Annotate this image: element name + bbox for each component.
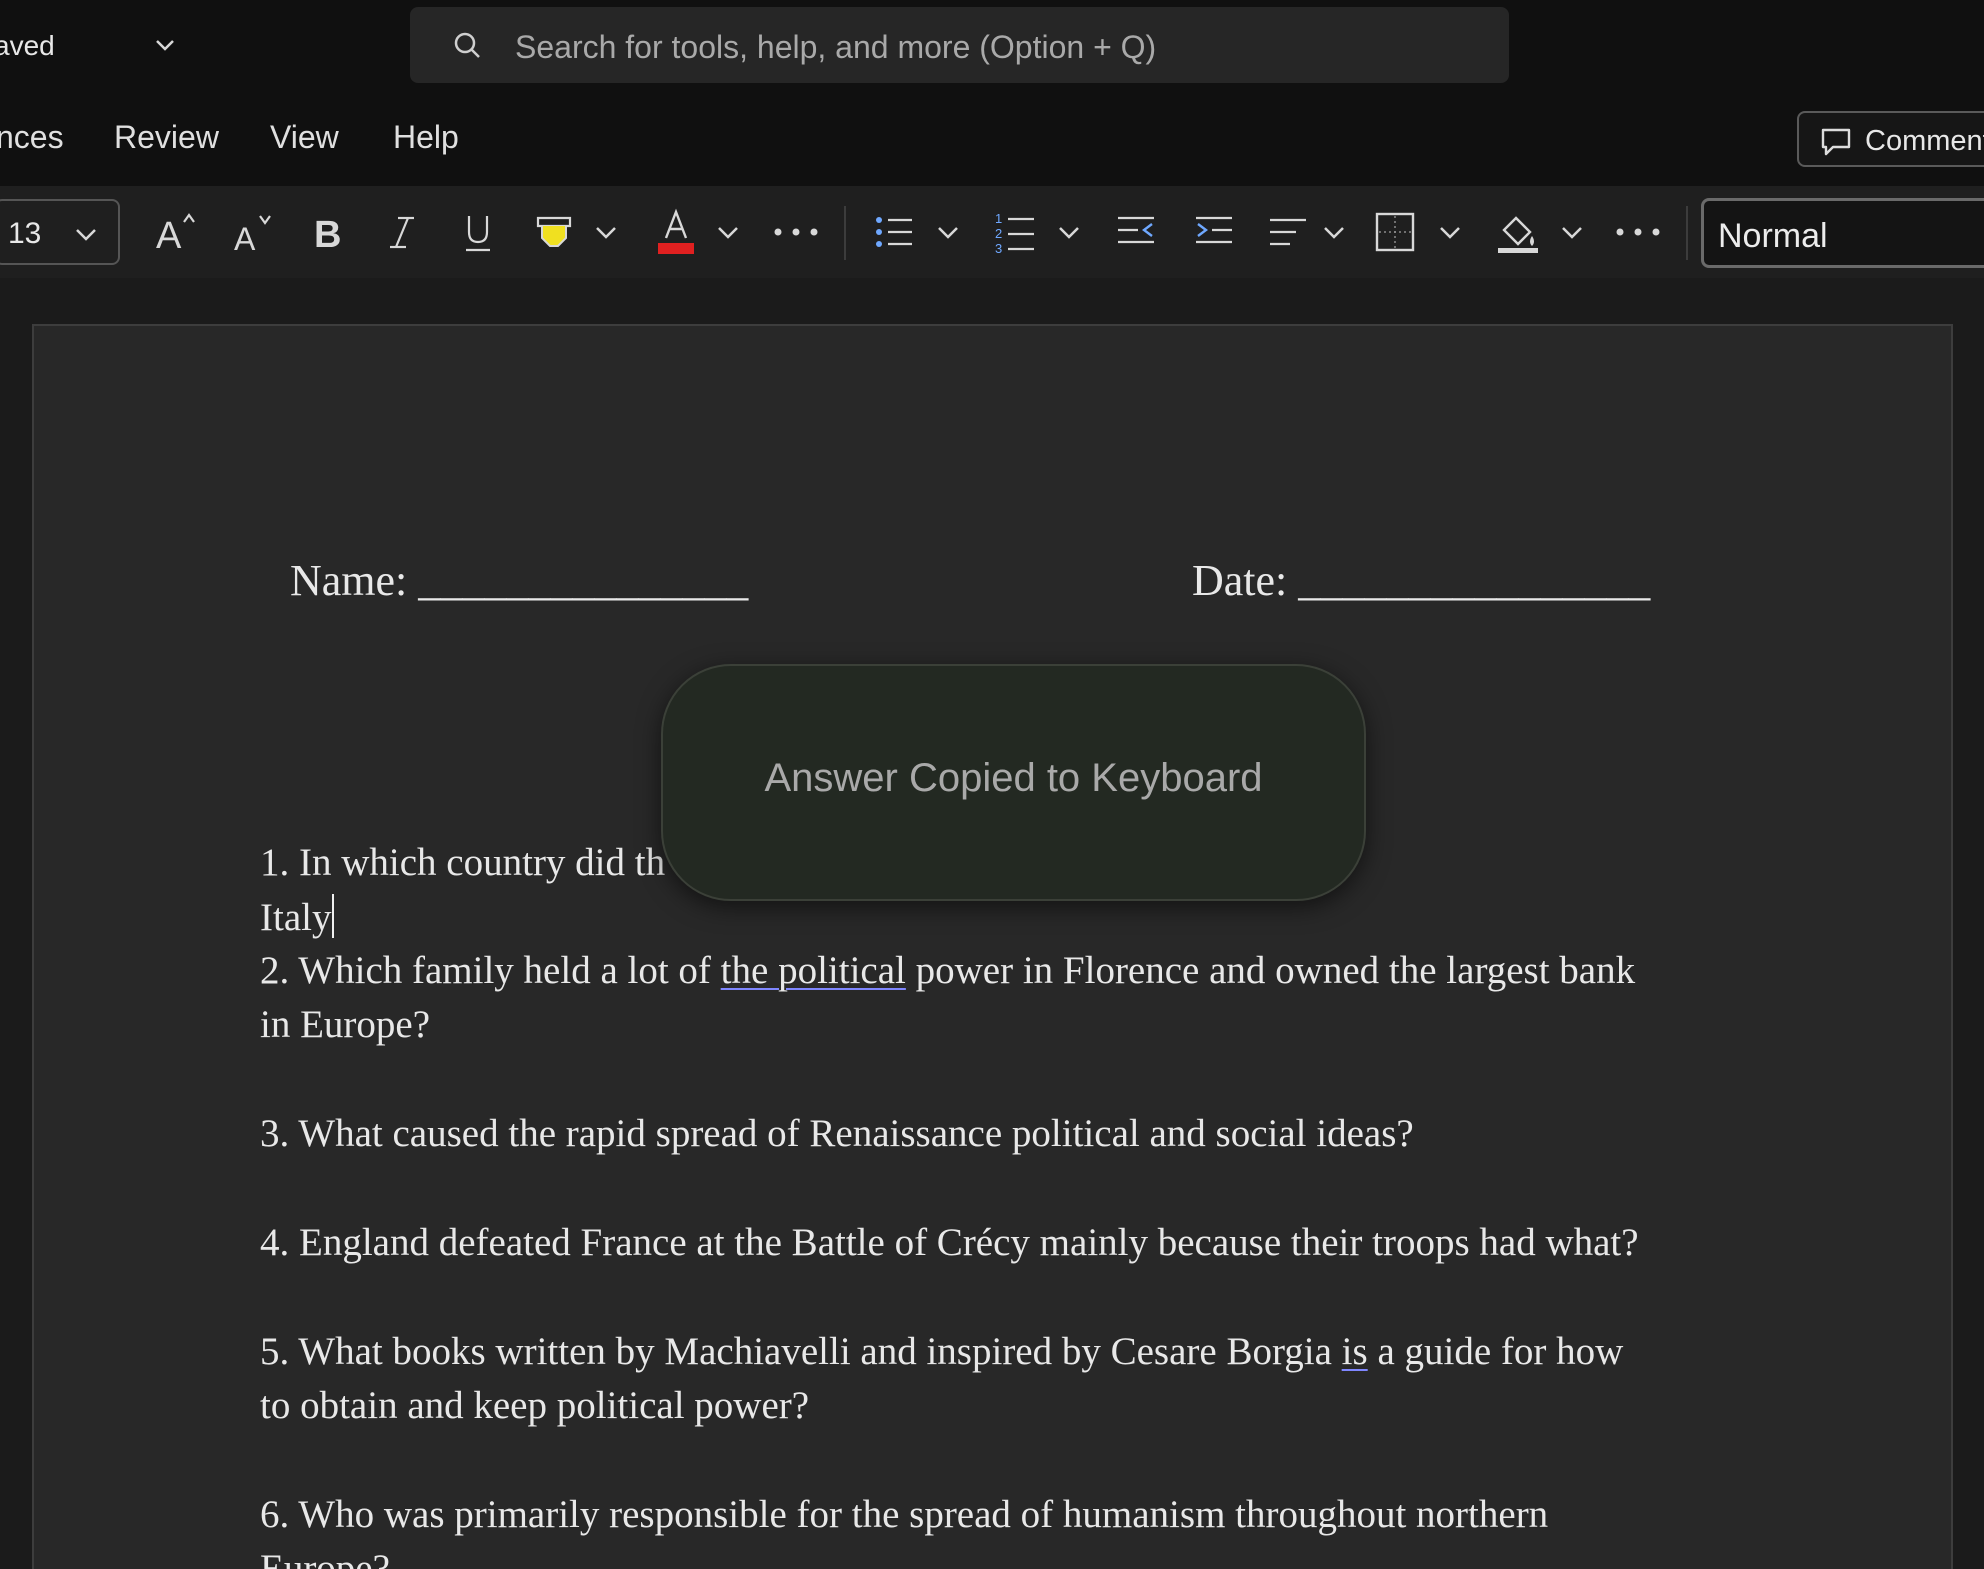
svg-text:A: A bbox=[234, 221, 256, 254]
svg-text:A: A bbox=[156, 215, 182, 254]
highlight-dropdown[interactable] bbox=[592, 210, 620, 254]
font-color-dropdown[interactable] bbox=[714, 210, 742, 254]
more-paragraph-options-button[interactable] bbox=[1614, 210, 1662, 254]
svg-text:B: B bbox=[314, 214, 341, 254]
align-button[interactable] bbox=[1268, 210, 1308, 254]
highlight-button[interactable] bbox=[534, 210, 574, 254]
search-icon bbox=[454, 32, 480, 58]
text-cursor bbox=[332, 894, 335, 938]
date-label: Date: ________________ bbox=[1192, 556, 1651, 605]
toolbar-divider bbox=[1686, 206, 1688, 260]
grow-font-button[interactable]: A bbox=[154, 210, 198, 254]
search-placeholder: Search for tools, help, and more (Option… bbox=[515, 29, 1157, 65]
underline-icon bbox=[466, 216, 490, 252]
bullets-dropdown[interactable] bbox=[934, 210, 962, 254]
copied-toast: Answer Copied to Keyboard bbox=[661, 664, 1366, 901]
font-size-value: 13 bbox=[8, 217, 42, 250]
more-icon bbox=[774, 228, 818, 236]
ribbon-toolbar: 13 A A B 1 2 3 Normal bbox=[0, 186, 1984, 278]
question-3: 3. What caused the rapid spread of Renai… bbox=[260, 1112, 1414, 1155]
tab-view[interactable]: View bbox=[270, 119, 339, 156]
tab-references[interactable]: nces bbox=[0, 119, 64, 156]
more-icon bbox=[1616, 228, 1660, 236]
chevron-down-icon bbox=[76, 229, 96, 241]
numbering-button[interactable]: 1 2 3 bbox=[994, 210, 1036, 254]
question-1: 1. In which country did th bbox=[260, 841, 666, 884]
answer-1[interactable]: Italy bbox=[260, 894, 335, 940]
italic-button[interactable] bbox=[384, 210, 420, 254]
highlighter-icon bbox=[536, 216, 572, 247]
question-2: 2. Which family held a lot of the politi… bbox=[260, 949, 1636, 992]
chevron-down-icon[interactable] bbox=[150, 30, 180, 60]
svg-text:1: 1 bbox=[995, 211, 1002, 226]
shading-button[interactable] bbox=[1496, 210, 1540, 254]
toolbar-divider bbox=[844, 206, 846, 260]
numbering-dropdown[interactable] bbox=[1055, 210, 1083, 254]
question-6-line2: Europe? bbox=[260, 1547, 390, 1569]
shading-dropdown[interactable] bbox=[1558, 210, 1586, 254]
question-5-line2: to obtain and keep political power? bbox=[260, 1384, 810, 1427]
increase-indent-button[interactable] bbox=[1194, 210, 1234, 254]
grammar-suggestion[interactable]: the political bbox=[721, 949, 906, 992]
align-left-icon bbox=[1270, 218, 1306, 246]
chevron-down-icon bbox=[718, 227, 738, 239]
question-2-line2: in Europe? bbox=[260, 1003, 431, 1046]
menu-bar: nces Review View Help Comments bbox=[0, 94, 1984, 186]
question-6: 6. Who was primarily responsible for the… bbox=[260, 1493, 1549, 1536]
bulleted-list-icon bbox=[876, 217, 912, 247]
comment-icon bbox=[1821, 128, 1851, 156]
grammar-suggestion[interactable]: is bbox=[1342, 1330, 1368, 1373]
bullets-button[interactable] bbox=[874, 210, 914, 254]
grow-font-icon: A bbox=[156, 213, 195, 254]
toast-message: Answer Copied to Keyboard bbox=[764, 756, 1263, 800]
bold-button[interactable]: B bbox=[310, 210, 346, 254]
tab-review[interactable]: Review bbox=[114, 119, 219, 156]
bold-icon: B bbox=[314, 214, 341, 254]
chevron-down-icon bbox=[938, 227, 958, 239]
shrink-font-button[interactable]: A bbox=[232, 210, 276, 254]
shrink-font-icon: A bbox=[234, 215, 271, 254]
title-bar: aved Search for tools, help, and more (O… bbox=[0, 0, 1984, 94]
italic-icon bbox=[390, 216, 414, 249]
svg-text:2: 2 bbox=[995, 226, 1002, 241]
more-font-options-button[interactable] bbox=[772, 210, 820, 254]
svg-text:3: 3 bbox=[995, 241, 1002, 254]
underline-button[interactable] bbox=[460, 210, 496, 254]
save-status: aved bbox=[0, 30, 55, 61]
styles-select[interactable]: Normal bbox=[1701, 198, 1984, 268]
font-color-button[interactable] bbox=[656, 208, 696, 254]
align-dropdown[interactable] bbox=[1320, 210, 1348, 254]
style-value: Normal bbox=[1718, 217, 1828, 255]
chevron-down-icon bbox=[1059, 227, 1079, 239]
decrease-indent-icon bbox=[1118, 216, 1154, 244]
chevron-down-icon bbox=[1440, 227, 1460, 239]
comments-label: Comments bbox=[1865, 125, 1984, 157]
chevron-down-icon bbox=[1562, 227, 1582, 239]
decrease-indent-button[interactable] bbox=[1116, 210, 1156, 254]
numbered-list-icon: 1 2 3 bbox=[995, 211, 1034, 254]
tab-help[interactable]: Help bbox=[393, 119, 459, 156]
name-label: Name: _______________ bbox=[290, 556, 749, 605]
question-5: 5. What books written by Machiavelli and… bbox=[260, 1330, 1624, 1373]
font-color-icon bbox=[658, 208, 694, 254]
chevron-down-icon bbox=[596, 227, 616, 239]
borders-dropdown[interactable] bbox=[1436, 210, 1464, 254]
question-4: 4. England defeated France at the Battle… bbox=[260, 1221, 1639, 1264]
paint-bucket-icon bbox=[1498, 216, 1538, 253]
borders-button[interactable] bbox=[1374, 210, 1416, 254]
chevron-down-icon bbox=[1324, 227, 1344, 239]
font-size-select[interactable]: 13 bbox=[0, 199, 120, 265]
search-bar[interactable]: Search for tools, help, and more (Option… bbox=[410, 7, 1509, 83]
comments-button[interactable]: Comments bbox=[1797, 111, 1984, 167]
increase-indent-icon bbox=[1196, 216, 1232, 244]
borders-icon bbox=[1375, 212, 1415, 252]
